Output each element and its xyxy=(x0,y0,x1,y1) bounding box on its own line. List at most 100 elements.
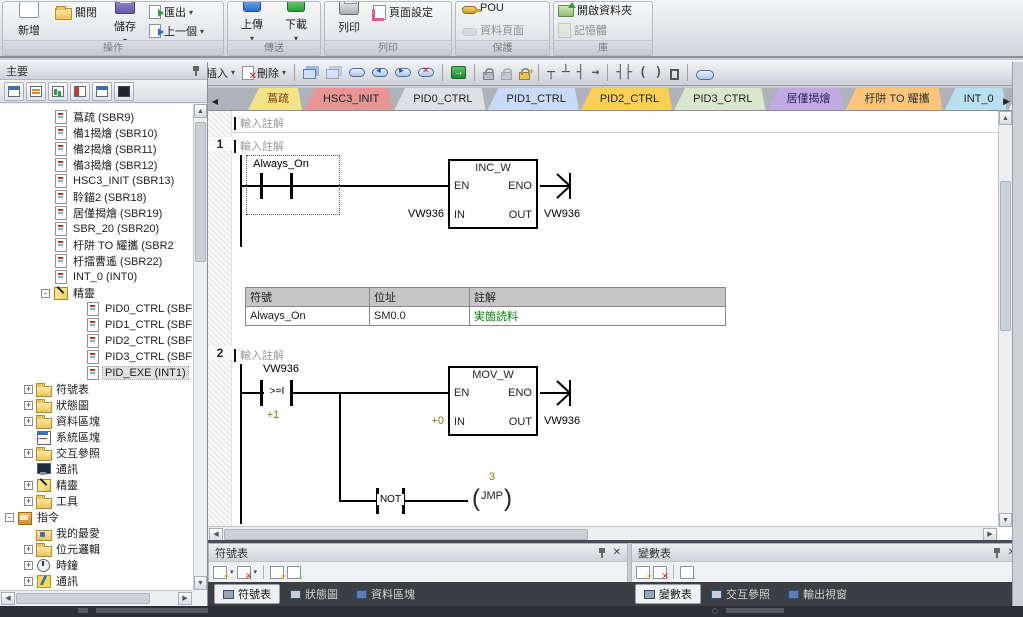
in-operand[interactable]: VW936 xyxy=(398,208,444,220)
pou-tab[interactable]: 蔦疏 xyxy=(248,88,302,110)
tile-windows-button[interactable] xyxy=(324,63,344,83)
bookmark-next-button[interactable]: ▸ xyxy=(393,63,413,83)
branch-up-tool[interactable]: ┴ xyxy=(560,63,572,83)
tree-item[interactable]: 精靈 xyxy=(0,285,193,301)
expand-toggle-icon[interactable] xyxy=(24,561,33,570)
bottom-tab[interactable]: 交互參照 xyxy=(703,584,778,604)
insert-coil-tool[interactable]: ( ) xyxy=(637,63,664,83)
insert-contact-tool[interactable]: ┤├ xyxy=(614,63,634,83)
tree-item[interactable]: INT_0 (INT0) xyxy=(0,269,193,285)
bookmark-previous-button[interactable]: ◂ xyxy=(370,63,390,83)
editor-vertical-scrollbar[interactable]: ▲ ▼ xyxy=(998,111,1012,527)
address-tag-tool[interactable] xyxy=(694,63,716,83)
scroll-left-button[interactable]: ◀ xyxy=(1,592,15,605)
tree-item[interactable]: 狀態圖 xyxy=(0,397,193,413)
tree-item[interactable]: PID3_CTRL (SBF xyxy=(0,349,193,365)
pin-icon[interactable] xyxy=(993,547,1002,558)
close-button[interactable]: 關閉 xyxy=(55,4,97,20)
compare-operator[interactable]: >=I xyxy=(264,386,290,397)
scrollbar-thumb[interactable] xyxy=(224,529,588,540)
tree-item[interactable]: 指令 xyxy=(0,509,193,525)
tree-item[interactable]: SBR_20 (SBR20) xyxy=(0,221,193,237)
status-chart-icon[interactable] xyxy=(48,82,68,101)
compare-constant[interactable]: +1 xyxy=(250,409,296,421)
tree-item[interactable]: 聆錨2 (SBR18) xyxy=(0,189,193,205)
add-variable-icon[interactable]: + xyxy=(636,566,650,579)
chevron-down-icon[interactable]: ▾ xyxy=(189,8,193,17)
out-operand[interactable]: VW936 xyxy=(544,208,594,220)
unlock-button[interactable] xyxy=(499,63,514,83)
tree-item[interactable]: 備2揭燴 (SBR11) xyxy=(0,141,193,157)
insert-row-icon[interactable]: + xyxy=(270,566,284,579)
data-block-icon[interactable] xyxy=(70,82,90,101)
apply-symbols-icon[interactable]: ↓ xyxy=(287,566,301,579)
network-number[interactable]: 1 xyxy=(208,137,232,151)
pou-comment[interactable]: 輸入註解 xyxy=(234,115,284,131)
tree-item[interactable]: PID2_CTRL (SBF xyxy=(0,333,193,349)
expand-toggle-icon[interactable] xyxy=(24,385,33,394)
tree-item[interactable]: PID0_CTRL (SBF xyxy=(0,301,193,317)
bottom-tab[interactable]: 變數表 xyxy=(635,584,701,604)
delete-variable-icon[interactable]: ✕ xyxy=(653,566,667,579)
bottom-tab[interactable]: 狀態圖 xyxy=(282,584,346,604)
ribbon-download-button[interactable]: 下載 ▾ xyxy=(274,1,318,44)
tree-item[interactable]: 通訊 xyxy=(0,461,193,477)
line-right-tool[interactable]: → xyxy=(590,63,602,83)
jmp-target-label[interactable]: 3 xyxy=(466,471,518,483)
pin-icon[interactable] xyxy=(192,65,201,76)
expand-toggle-icon[interactable] xyxy=(24,545,33,554)
tree-item[interactable]: 位元邏輯 xyxy=(0,541,193,557)
expand-toggle-icon[interactable] xyxy=(41,289,50,298)
sidebar-horizontal-scrollbar[interactable]: ◀ ▶ xyxy=(0,590,193,606)
close-icon[interactable]: ✕ xyxy=(613,548,621,558)
page-setup-button[interactable]: 頁面設定 xyxy=(373,4,433,20)
scroll-up-button[interactable]: ▲ xyxy=(999,111,1012,125)
system-block-icon[interactable] xyxy=(92,82,112,101)
tree-item[interactable]: PID_EXE (INT1) xyxy=(0,365,193,381)
branch-down-tool[interactable]: ┬ xyxy=(545,63,557,83)
chevron-down-icon[interactable]: ▾ xyxy=(231,68,235,77)
tree-item[interactable]: 居僅揭燴 (SBR19) xyxy=(0,205,193,221)
scrollbar-thumb[interactable] xyxy=(1000,181,1011,331)
new-button[interactable]: 新增 xyxy=(7,1,51,38)
bookmark-clear-button[interactable]: ✕ xyxy=(416,63,436,83)
chevron-down-icon[interactable]: ▾ xyxy=(282,68,286,77)
expand-toggle-icon[interactable] xyxy=(24,481,33,490)
pou-tab[interactable]: PID0_CTRL xyxy=(394,88,485,110)
chevron-down-icon[interactable]: ▾ xyxy=(200,27,204,36)
tab-scroll-left-button[interactable]: ◀ xyxy=(208,94,222,110)
chevron-down-icon[interactable]: ▾ xyxy=(230,568,234,576)
goto-button[interactable]: → xyxy=(449,63,468,83)
tree-item[interactable]: 我的最愛 xyxy=(0,525,193,541)
tree-item[interactable]: 系統區塊 xyxy=(0,429,193,445)
lock-button[interactable] xyxy=(481,63,496,83)
pin-icon[interactable] xyxy=(598,547,607,558)
tree-item[interactable]: 備1揭燴 (SBR10) xyxy=(0,125,193,141)
tree-item[interactable]: 資料區塊 xyxy=(0,413,193,429)
tree-item[interactable]: 備3揭燴 (SBR12) xyxy=(0,157,193,173)
symbol-table-panel-header[interactable]: 符號表 ✕ xyxy=(209,544,627,562)
open-folder-button[interactable]: 開啟資料夾 xyxy=(558,2,632,18)
expand-toggle-icon[interactable] xyxy=(24,449,33,458)
network-number[interactable]: 2 xyxy=(208,346,232,360)
tree-item[interactable]: 工具 xyxy=(0,493,193,509)
communications-icon[interactable] xyxy=(114,82,134,101)
sidebar-vertical-scrollbar[interactable]: ▲ ▼ xyxy=(193,104,207,590)
pou-tab[interactable]: PID1_CTRL xyxy=(488,88,579,110)
bottom-tab[interactable]: 符號表 xyxy=(214,584,280,604)
delete-symbol-icon[interactable]: ✕ xyxy=(237,566,251,579)
scrollbar-thumb[interactable] xyxy=(16,593,150,604)
compare-operand-label[interactable]: VW936 xyxy=(238,363,324,375)
expand-toggle-icon[interactable] xyxy=(5,513,14,522)
pou-tab[interactable]: 杅阱 TO 耀攜 xyxy=(845,88,942,110)
in-operand[interactable]: +0 xyxy=(404,415,444,427)
pou-tab[interactable]: 居僅揭燴 xyxy=(767,88,843,110)
inc-w-box[interactable]: INC_W EN ENO IN OUT xyxy=(448,159,538,229)
tree-item[interactable]: 符號表 xyxy=(0,381,193,397)
variable-table-panel-header[interactable]: 變數表 ✕ xyxy=(632,544,1022,562)
jmp-coil[interactable]: (JMP) xyxy=(466,486,518,514)
tree-item[interactable]: 交互參照 xyxy=(0,445,193,461)
bottom-tab[interactable]: 資料區塊 xyxy=(348,584,423,604)
scroll-right-button[interactable]: ▶ xyxy=(178,592,192,605)
export-button[interactable]: 匯出 ▾ xyxy=(149,4,193,20)
